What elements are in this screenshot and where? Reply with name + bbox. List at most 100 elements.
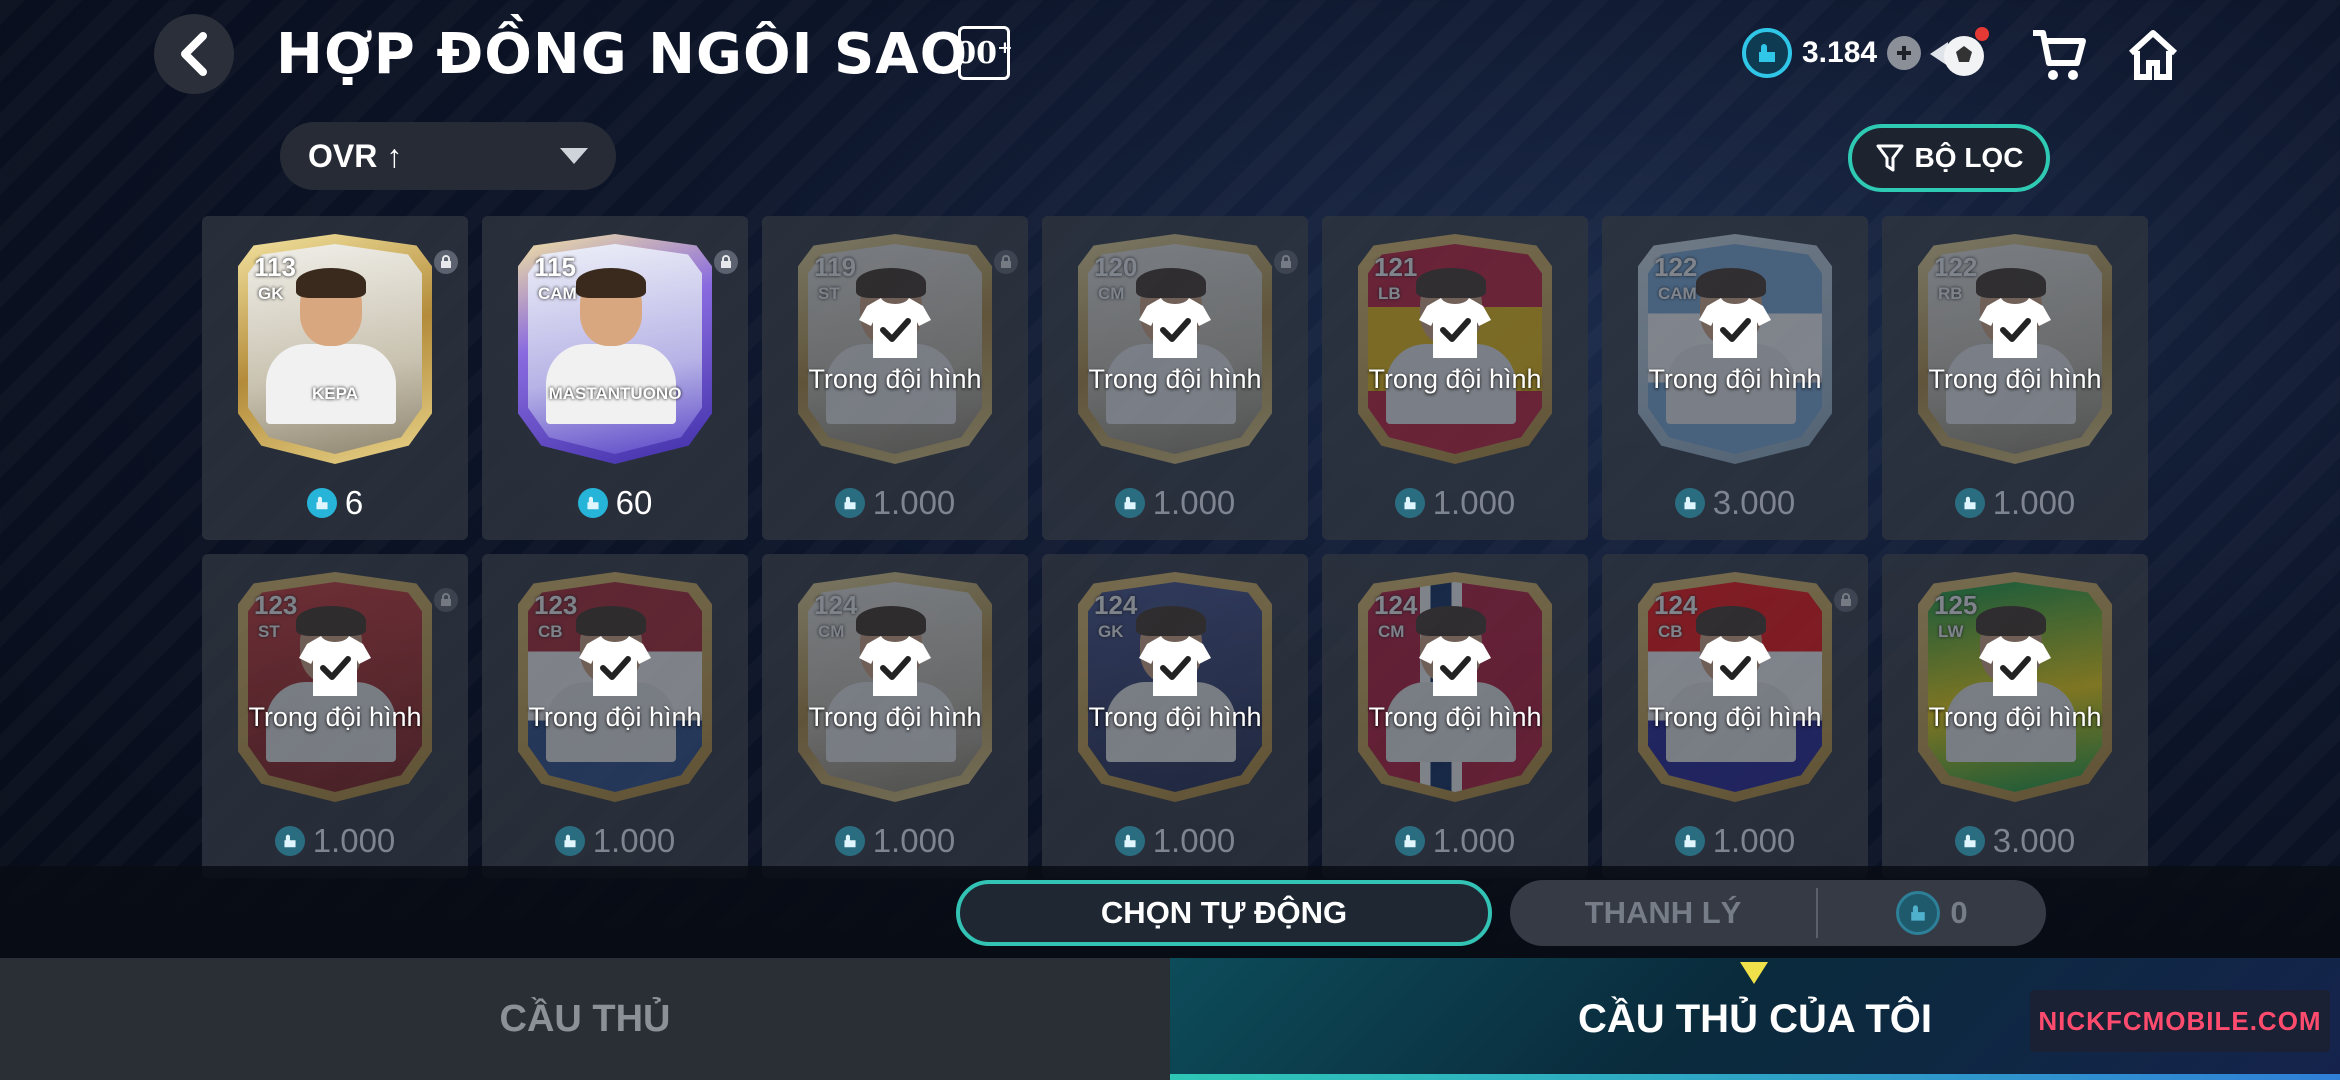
caret-down-icon — [560, 148, 588, 164]
chevron-left-icon — [181, 32, 207, 76]
jersey-check-icon — [1699, 636, 1771, 696]
player-ovr: 113 — [254, 252, 296, 282]
player-ovr: 121 — [1374, 252, 1418, 282]
player-card[interactable]: 120 CM Trong đội hình 1.000 — [1042, 216, 1308, 540]
jersey-check-icon — [1139, 298, 1211, 358]
in-squad-overlay: Trong đội hình — [762, 634, 1028, 733]
in-squad-label: Trong đội hình — [1648, 702, 1822, 732]
player-hair — [1416, 606, 1486, 636]
home-button[interactable] — [2120, 22, 2186, 88]
sort-dropdown[interactable]: OVR ↑ — [280, 122, 616, 190]
player-card[interactable]: 124 GK Trong đội hình 1.000 — [1042, 554, 1308, 878]
player-card[interactable]: 121 LB Trong đội hình 1.000 — [1322, 216, 1588, 540]
lock-icon — [1274, 250, 1298, 274]
jersey-check-icon — [1979, 298, 2051, 358]
player-card[interactable]: 124 CM Trong đội hình 1.000 — [762, 554, 1028, 878]
jersey-check-icon — [1979, 636, 2051, 696]
filter-button[interactable]: BỘ LỌC — [1848, 124, 2050, 192]
card-price: 1.000 — [482, 822, 748, 860]
currency-icon — [1742, 28, 1792, 78]
jersey-check-icon — [1419, 298, 1491, 358]
coin-icon — [1394, 826, 1425, 856]
in-squad-overlay: Trong đội hình — [1882, 296, 2148, 395]
card-price-value: 1.000 — [872, 822, 956, 859]
cart-icon — [2033, 30, 2086, 80]
coin-icon — [1954, 488, 1985, 518]
card-price: 1.000 — [1042, 484, 1308, 522]
in-squad-label: Trong đội hình — [248, 702, 422, 732]
player-card[interactable]: 119 ST Trong đội hình 1.000 — [762, 216, 1028, 540]
home-icon — [2128, 30, 2178, 80]
player-portrait: 115 CAM MASTANTUONO — [518, 234, 712, 464]
lock-icon — [994, 250, 1018, 274]
card-price: 1.000 — [202, 822, 468, 860]
card-price-value: 1.000 — [1432, 484, 1516, 521]
in-squad-label: Trong đội hình — [1088, 364, 1262, 394]
soccer-ball-icon — [1930, 27, 1989, 76]
lock-icon — [434, 588, 458, 612]
jersey-check-icon — [579, 636, 651, 696]
player-hair — [1136, 606, 1206, 636]
card-price: 3.000 — [1602, 484, 1868, 522]
tab-players[interactable]: CẦU THỦ — [0, 958, 1170, 1080]
in-squad-label: Trong đội hình — [808, 364, 982, 394]
player-card[interactable]: 122 RB Trong đội hình 1.000 — [1882, 216, 2148, 540]
player-card[interactable]: 115 CAM MASTANTUONO 60 — [482, 216, 748, 540]
card-price-value: 3.000 — [1992, 822, 2076, 859]
auto-select-button[interactable]: CHỌN TỰ ĐỘNG — [956, 880, 1492, 946]
plus-icon — [1897, 46, 1912, 60]
lock-icon — [714, 250, 738, 274]
player-card[interactable]: 123 CB Trong đội hình 1.000 — [482, 554, 748, 878]
player-ovr: 124 — [1094, 590, 1138, 620]
player-ovr: 119 — [814, 252, 856, 282]
player-ovr: 124 — [1374, 590, 1418, 620]
coin-icon — [577, 488, 608, 518]
player-hair — [576, 268, 646, 298]
player-hair — [576, 606, 646, 636]
in-squad-label: Trong đội hình — [808, 702, 982, 732]
in-squad-overlay: Trong đội hình — [1602, 634, 1868, 733]
in-squad-label: Trong đội hình — [1928, 702, 2102, 732]
watermark: NICKFCMOBILE.COM — [2030, 990, 2330, 1052]
coin-icon — [834, 826, 865, 856]
back-button[interactable] — [154, 14, 234, 94]
player-card[interactable]: 124 CM Trong đội hình 1.000 — [1322, 554, 1588, 878]
shop-button[interactable] — [2026, 22, 2092, 88]
player-card[interactable]: 124 CB Trong đội hình 1.000 — [1602, 554, 1868, 878]
coin-icon — [306, 488, 337, 518]
add-currency-button[interactable] — [1887, 36, 1922, 70]
in-squad-overlay: Trong đội hình — [1322, 296, 1588, 395]
player-card[interactable]: 123 ST Trong đội hình 1.000 — [202, 554, 468, 878]
in-squad-label: Trong đội hình — [1928, 364, 2102, 394]
coin-icon — [274, 826, 305, 856]
player-card-grid: 113 GK KEPA 6 115 CAM MASTANTUONO 60 119 ST Trong … — [202, 216, 2340, 878]
card-price-value: 1.000 — [1712, 822, 1796, 859]
player-ovr: 122 — [1934, 252, 1978, 282]
card-price-value: 1.000 — [872, 484, 956, 521]
card-price-value: 1.000 — [312, 822, 396, 859]
jersey-check-icon — [859, 298, 931, 358]
in-squad-overlay: Trong đội hình — [482, 634, 748, 733]
card-price-value: 60 — [615, 484, 653, 521]
card-price: 1.000 — [1882, 484, 2148, 522]
card-price: 1.000 — [1322, 822, 1588, 860]
sell-total: 0 — [1818, 891, 2046, 935]
jersey-check-icon — [1419, 636, 1491, 696]
player-ovr: 123 — [254, 590, 298, 620]
ball-promo-button[interactable] — [1926, 22, 1992, 88]
card-price-value: 1.000 — [1992, 484, 2076, 521]
player-ovr: 124 — [814, 590, 858, 620]
in-squad-overlay: Trong đội hình — [202, 634, 468, 733]
in-squad-overlay: Trong đội hình — [1882, 634, 2148, 733]
sell-button[interactable]: THANH LÝ 0 — [1510, 880, 2046, 946]
player-card[interactable]: 113 GK KEPA 6 — [202, 216, 468, 540]
filter-icon — [1876, 144, 1904, 172]
player-card[interactable]: 122 CAM Trong đội hình 3.000 — [1602, 216, 1868, 540]
currency-value: 3.184 — [1802, 36, 1878, 69]
in-squad-label: Trong đội hình — [1648, 364, 1822, 394]
coin-icon — [1394, 488, 1425, 518]
card-price: 1.000 — [1042, 822, 1308, 860]
sell-label: THANH LÝ — [1584, 895, 1742, 930]
in-squad-label: Trong đội hình — [1368, 702, 1542, 732]
player-card[interactable]: 125 LW Trong đội hình 3.000 — [1882, 554, 2148, 878]
